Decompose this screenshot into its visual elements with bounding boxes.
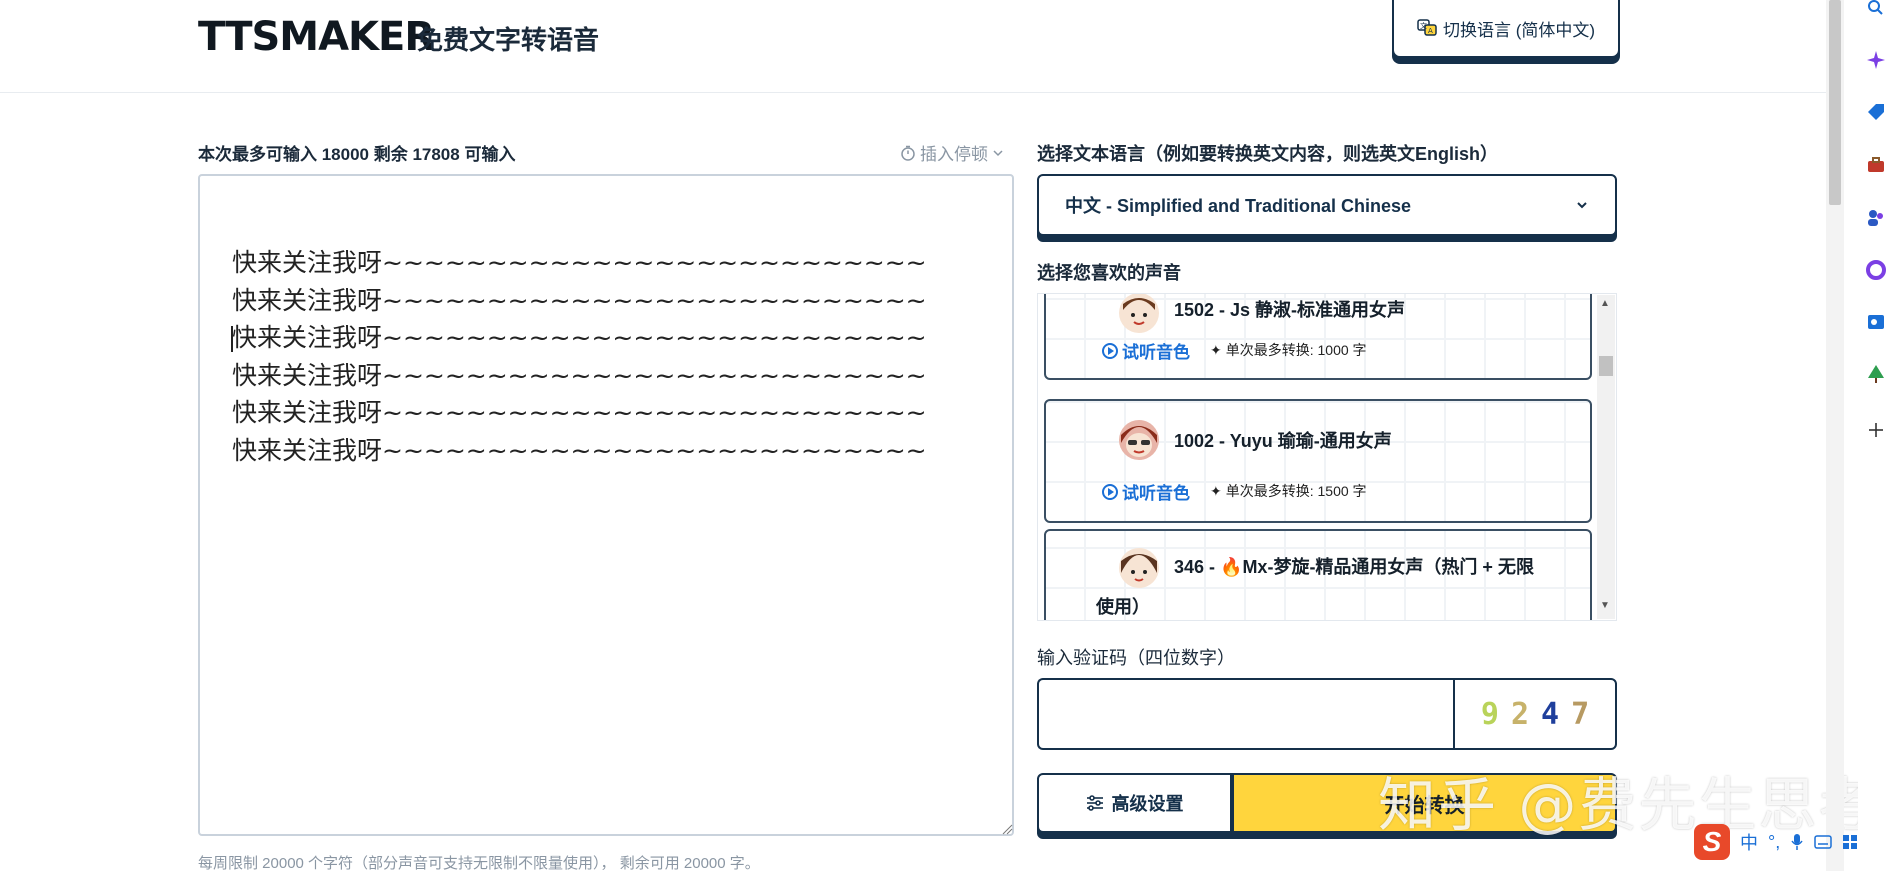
text-input-content[interactable]: 快来关注我呀~~~~~~~~~~~~~~~~~~~~~~~~~~ 快来关注我呀~… [232, 244, 927, 469]
insert-pause-dropdown[interactable]: 插入停顿 [900, 140, 1004, 165]
ime-toolbar[interactable]: S 中 °, [1694, 822, 1886, 862]
tag-icon[interactable] [1866, 102, 1886, 122]
voice-limit: ✦ 单次最多转换: 1000 字 [1210, 340, 1367, 360]
captcha-digit: 9 [1480, 696, 1499, 732]
voice-card[interactable]: 1002 - Yuyu 瑜瑜-通用女声 试听音色 ✦ 单次最多转换: 1500 … [1044, 399, 1592, 523]
voice-list-scrollbar[interactable] [1597, 295, 1615, 619]
voice-name: 1002 - Yuyu 瑜瑜-通用女声 [1174, 431, 1392, 451]
play-icon [1102, 342, 1118, 359]
search-icon[interactable] [1866, 0, 1886, 20]
add-icon[interactable] [1866, 420, 1886, 440]
captcha-digit: 2 [1510, 696, 1529, 732]
copilot-icon[interactable] [1866, 50, 1886, 70]
scroll-up-arrow-icon[interactable]: ▲ [1600, 298, 1610, 309]
ime-language[interactable]: 中 [1740, 829, 1758, 855]
avatar [1119, 420, 1159, 460]
input-limit-text: 本次最多可输入 18000 剩余 17808 可输入 [198, 145, 516, 164]
voice-list[interactable]: 1502 - Js 静淑-标准通用女声 试听音色 ✦ 单次最多转换: 1000 … [1037, 293, 1617, 621]
translate-icon: 文 A [1417, 19, 1437, 36]
people-icon[interactable] [1866, 208, 1886, 228]
text-line: 快来关注我呀~~~~~~~~~~~~~~~~~~~~~~~~~~ [232, 398, 927, 427]
sparkle-icon: ✦ [1210, 482, 1222, 499]
keyboard-icon[interactable] [1814, 835, 1832, 849]
sparkle-icon: ✦ [1210, 341, 1222, 358]
voice-name: 346 - 🔥Mx-梦旋-精品通用女声（热门 + 无限使用） [1096, 557, 1534, 617]
page-scroll-thumb[interactable] [1829, 0, 1841, 205]
outlook-icon[interactable] [1866, 312, 1886, 332]
logo[interactable]: TTSMAKER [198, 14, 435, 60]
switch-language-label: 切换语言 (简体中文) [1442, 20, 1596, 40]
chevron-down-icon [1577, 202, 1587, 209]
sliders-icon [1086, 795, 1103, 811]
voice-limit-text: 单次最多转换: 1000 字 [1225, 342, 1367, 358]
text-line: 快来关注我呀~~~~~~~~~~~~~~~~~~~~~~~~~~ [232, 323, 927, 352]
captcha-label: 输入验证码（四位数字） [1037, 648, 1235, 668]
resize-handle-icon[interactable] [1001, 823, 1013, 835]
sogou-ime-icon[interactable]: S [1694, 824, 1730, 860]
scroll-down-arrow-icon[interactable]: ▼ [1600, 600, 1610, 611]
preview-voice-button[interactable]: 试听音色 [1102, 338, 1190, 363]
avatar [1119, 294, 1159, 333]
advanced-settings-label: 高级设置 [1111, 794, 1184, 814]
preview-voice-button[interactable]: 试听音色 [1102, 479, 1190, 504]
language-select-title: 选择文本语言（例如要转换英文内容，则选英文English） [1037, 144, 1499, 164]
voice-select-title: 选择您喜欢的声音 [1037, 263, 1181, 283]
play-icon [1102, 483, 1118, 500]
text-line: 快来关注我呀~~~~~~~~~~~~~~~~~~~~~~~~~~ [232, 285, 927, 315]
grid-menu-icon[interactable] [1842, 834, 1858, 850]
briefcase-icon[interactable] [1866, 155, 1886, 175]
insert-pause-label: 插入停顿 [920, 145, 988, 164]
text-caret [231, 326, 233, 352]
voice-limit: ✦ 单次最多转换: 1500 字 [1210, 481, 1367, 501]
site-subtitle: 免费文字转语音 [417, 25, 600, 55]
voice-card[interactable]: 346 - 🔥Mx-梦旋-精品通用女声（热门 + 无限使用） [1044, 529, 1592, 620]
captcha-input[interactable] [1037, 678, 1453, 750]
punctuation-icon[interactable]: °, [1768, 832, 1780, 853]
timer-icon [901, 145, 915, 161]
voice-card[interactable]: 1502 - Js 静淑-标准通用女声 试听音色 ✦ 单次最多转换: 1000 … [1044, 294, 1592, 380]
weekly-limit-note: 每周限制 20000 个字符（部分声音可支持无限制不限量使用）， 剩余可用 20… [198, 855, 760, 872]
microphone-icon[interactable] [1790, 833, 1804, 851]
voice-limit-text: 单次最多转换: 1500 字 [1225, 483, 1367, 499]
office-icon[interactable] [1866, 260, 1886, 280]
language-selected-value: 中文 - Simplified and Traditional Chinese [1065, 196, 1412, 216]
svg-text:A: A [1428, 27, 1433, 35]
captcha-image[interactable]: 9 2 4 7 [1453, 678, 1617, 750]
preview-voice-label: 试听音色 [1122, 484, 1190, 503]
tree-icon[interactable] [1866, 364, 1886, 384]
advanced-settings-button[interactable]: 高级设置 [1037, 773, 1232, 833]
captcha-digit: 4 [1541, 696, 1560, 732]
switch-language-button[interactable]: 文 A 切换语言 (简体中文) [1392, 0, 1620, 58]
voice-name: 1502 - Js 静淑-标准通用女声 [1174, 300, 1406, 320]
text-line: 快来关注我呀~~~~~~~~~~~~~~~~~~~~~~~~~~ [232, 360, 927, 390]
text-line: 快来关注我呀~~~~~~~~~~~~~~~~~~~~~~~~~~ [232, 435, 927, 465]
captcha-digit: 7 [1571, 696, 1590, 732]
chevron-down-icon [993, 149, 1003, 156]
text-line: 快来关注我呀~~~~~~~~~~~~~~~~~~~~~~~~~~ [232, 248, 927, 277]
svg-text:文: 文 [1420, 21, 1427, 30]
preview-voice-label: 试听音色 [1122, 343, 1190, 362]
voice-list-scroll-thumb[interactable] [1599, 356, 1613, 376]
language-select[interactable]: 中文 - Simplified and Traditional Chinese [1037, 174, 1617, 236]
